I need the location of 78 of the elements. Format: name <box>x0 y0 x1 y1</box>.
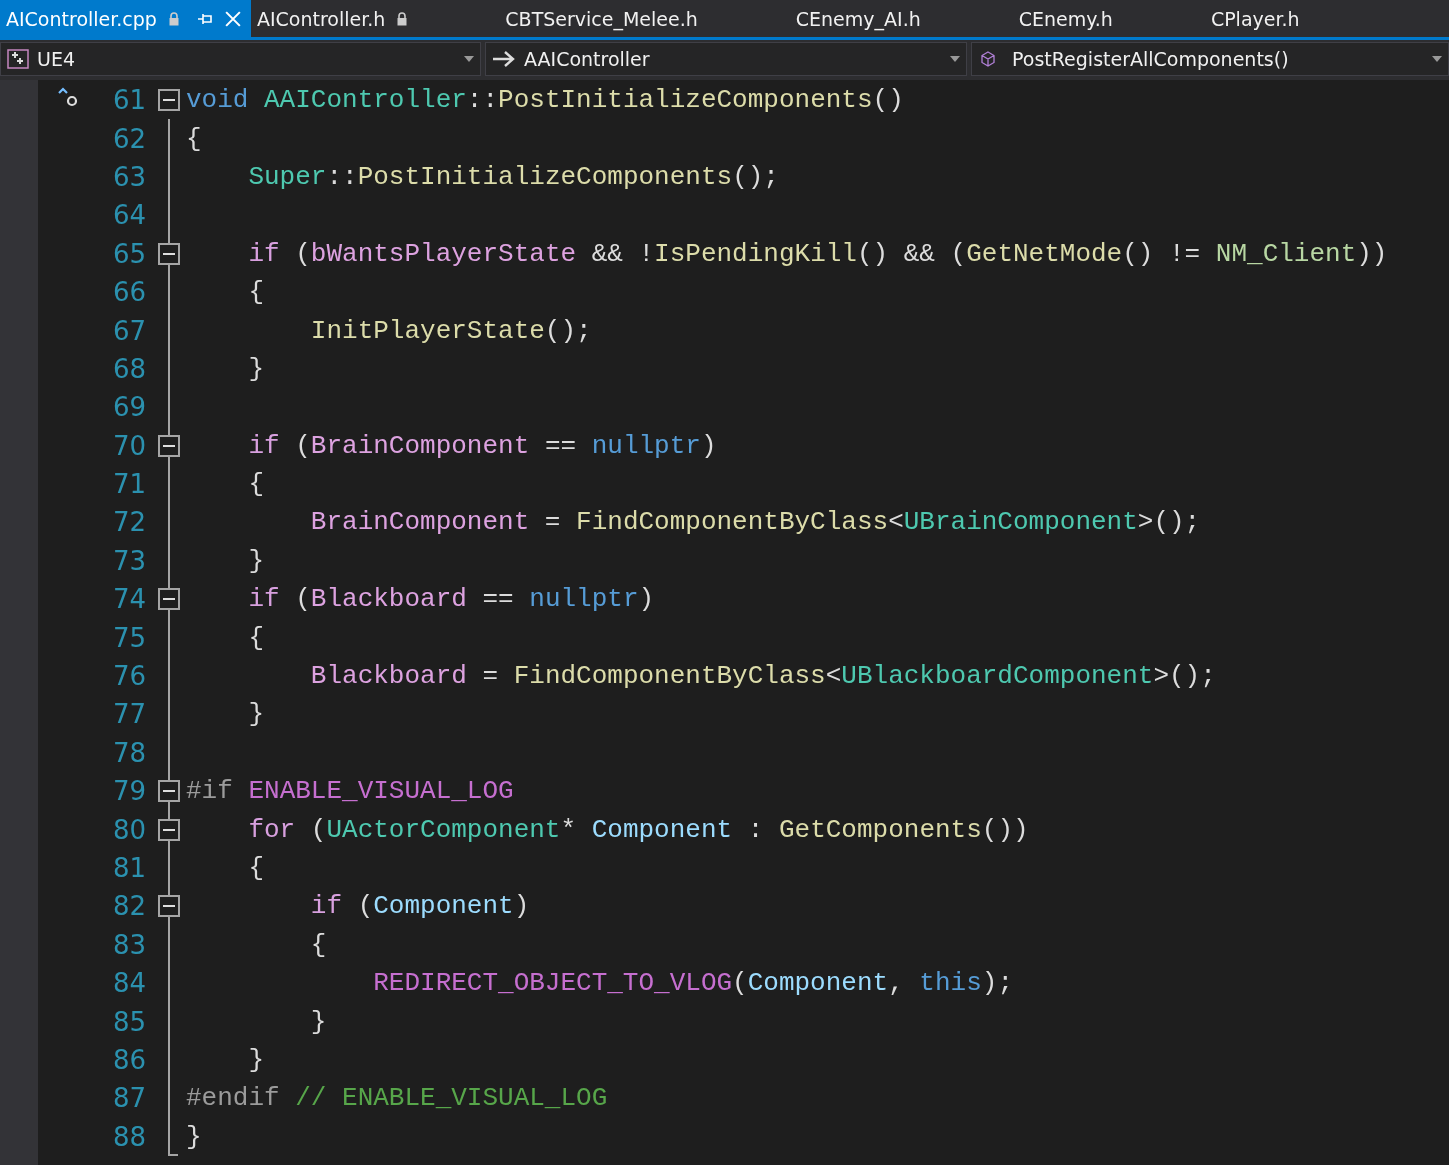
code-line: { <box>186 123 202 154</box>
line-number: 72 <box>111 507 146 538</box>
code-line: Blackboard = FindComponentByClass<UBlackboardComponent>(); <box>309 661 1216 692</box>
line-number: 85 <box>111 1006 146 1037</box>
project-icon <box>7 49 29 69</box>
code-line: for (UActorComponent* Component : GetComponents()) <box>247 814 1029 845</box>
file-tab[interactable]: CBTService_Melee.h <box>499 0 706 37</box>
caret-icon <box>1432 56 1442 62</box>
line-number: 77 <box>111 699 146 730</box>
code-line: } <box>309 1006 327 1037</box>
line-number: 65 <box>111 238 146 269</box>
code-line: { <box>247 469 264 500</box>
code-line: REDIRECT_OBJECT_TO_VLOG(Component, this); <box>372 968 1013 999</box>
line-number: 64 <box>111 200 146 231</box>
file-tab[interactable]: CPlayer.h <box>1204 0 1308 37</box>
code-line: if (bWantsPlayerState && !IsPendingKill() && (GetNetMode() != NM_Client)) <box>247 238 1388 269</box>
collapse-toggle[interactable] <box>158 89 180 112</box>
code-line: void AAIController::PostInitializeComponents() <box>186 85 904 116</box>
file-tab[interactable]: AIController.h <box>250 0 416 37</box>
code-line: { <box>309 929 327 960</box>
code-line: #endif // ENABLE_VISUAL_LOG <box>186 1083 608 1114</box>
code-line: if (BrainComponent == nullptr) <box>247 430 717 461</box>
line-number: 80 <box>111 814 146 845</box>
file-tab[interactable]: CEnemy.h <box>1012 0 1121 37</box>
code-line: } <box>186 1121 202 1152</box>
code-line: { <box>247 277 264 308</box>
code-line: Super::PostInitializeComponents(); <box>247 161 779 192</box>
close-icon[interactable] <box>224 10 241 27</box>
file-tab[interactable]: CEnemy_AI.h <box>789 0 929 37</box>
file-tab[interactable]: AIController.cpp <box>0 0 251 37</box>
line-number: 82 <box>111 891 146 922</box>
base-method-icon[interactable] <box>56 86 78 108</box>
line-number: 84 <box>111 968 146 999</box>
caret-icon <box>950 56 960 62</box>
code-line: if (Blackboard == nullptr) <box>247 584 655 615</box>
code-line: } <box>247 353 264 384</box>
line-number: 66 <box>111 277 146 308</box>
line-number: 67 <box>111 315 146 346</box>
line-number: 69 <box>111 392 146 423</box>
collapse-toggle[interactable] <box>158 818 180 841</box>
code-line: } <box>247 699 264 730</box>
line-number: 61 <box>111 85 146 116</box>
line-number: 75 <box>111 622 146 653</box>
scope-dropdown[interactable]: AAIController <box>485 42 967 76</box>
collapse-toggle[interactable] <box>158 895 180 918</box>
code-line: } <box>247 545 264 576</box>
line-number: 81 <box>111 853 146 883</box>
cube-icon <box>980 51 996 67</box>
line-number: 62 <box>111 123 146 154</box>
line-number: 68 <box>111 353 146 384</box>
line-number: 86 <box>111 1044 146 1075</box>
code-line: } <box>247 1044 264 1075</box>
arrow-icon <box>492 50 516 68</box>
line-number: 83 <box>111 929 146 960</box>
code-line: #if ENABLE_VISUAL_LOG <box>186 776 514 807</box>
collapse-toggle[interactable] <box>158 434 180 457</box>
line-number: 88 <box>111 1121 146 1152</box>
line-number: 70 <box>111 430 146 461</box>
member-dropdown[interactable]: PostRegisterAllComponents() <box>971 42 1449 76</box>
code-line: { <box>247 622 264 653</box>
line-number: 74 <box>111 584 146 615</box>
code-line: if (Component) <box>309 891 530 922</box>
line-number: 63 <box>111 161 146 192</box>
code-line: BrainComponent = FindComponentByClass<UBrainComponent>(); <box>309 507 1201 538</box>
pin-icon[interactable] <box>196 12 213 25</box>
caret-icon <box>464 56 474 62</box>
line-number: 71 <box>111 469 146 500</box>
collapse-toggle[interactable] <box>158 242 180 265</box>
line-number: 87 <box>111 1083 146 1114</box>
code-line: { <box>247 853 264 883</box>
line-number: 78 <box>111 737 146 768</box>
line-number: 76 <box>111 661 146 692</box>
line-number: 73 <box>111 545 146 576</box>
code-line: InitPlayerState(); <box>309 315 592 346</box>
line-number: 79 <box>111 776 146 807</box>
collapse-toggle[interactable] <box>158 780 180 803</box>
collapse-toggle[interactable] <box>158 588 180 611</box>
project-dropdown[interactable]: UE4 <box>0 42 481 76</box>
